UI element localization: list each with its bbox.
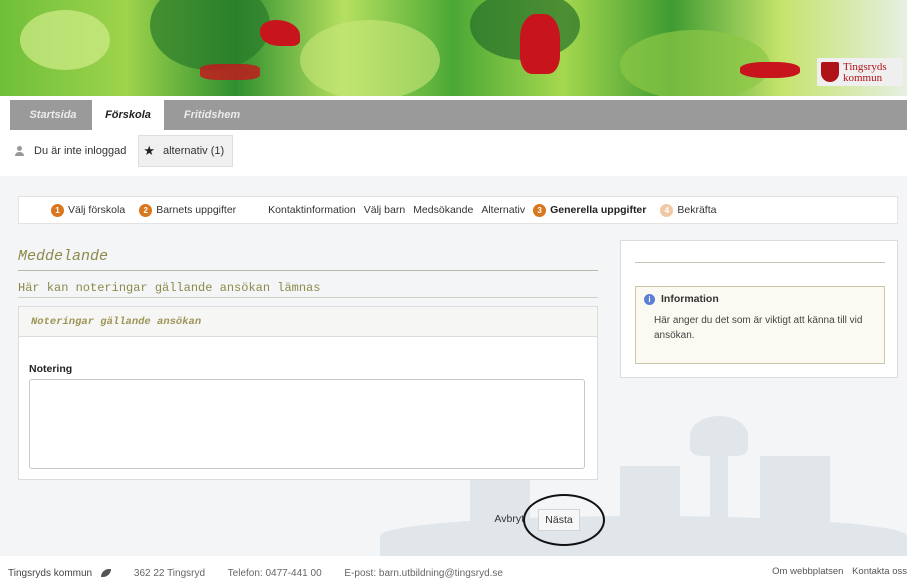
- step-valj-forskola[interactable]: 1 Välj förskola: [51, 203, 126, 217]
- login-status[interactable]: Du är inte inloggad: [10, 135, 134, 167]
- header-banner: Tingsryds kommun: [0, 0, 907, 96]
- divider: [18, 297, 598, 298]
- divider: [635, 262, 885, 263]
- step-label: Generella uppgifter: [550, 204, 647, 216]
- login-bar: Du är inte inloggad ★ alternativ (1): [10, 135, 234, 167]
- notes-panel-title: Noteringar gällande ansökan: [19, 307, 597, 337]
- cancel-button[interactable]: Avbryt: [472, 506, 532, 532]
- step-label: Kontaktinformation: [268, 204, 356, 216]
- background-hill: [380, 516, 907, 556]
- step-alternativ[interactable]: Alternativ: [481, 204, 525, 216]
- star-icon: ★: [143, 143, 155, 158]
- step-label: Medsökande: [413, 204, 474, 216]
- notering-label: Notering: [29, 363, 73, 375]
- footer-link-about[interactable]: Om webbplatsen: [772, 566, 843, 577]
- step-bekrafta[interactable]: 4 Bekräfta: [660, 203, 717, 217]
- logo-text: Tingsryds kommun: [843, 61, 887, 84]
- step-label: Barnets uppgifter: [156, 204, 237, 216]
- step-label: Välj barn: [363, 204, 406, 216]
- information-heading: i Information: [644, 293, 876, 305]
- step-label: Bekräfta: [677, 204, 717, 216]
- section-subtitle: Här kan noteringar gällande ansökan lämn…: [18, 281, 321, 295]
- coat-of-arms-icon: [821, 62, 839, 82]
- progress-steps: 1 Välj förskola 2 Barnets uppgifter Kont…: [18, 196, 898, 224]
- user-icon: [14, 146, 24, 156]
- page-title: Meddelande: [18, 248, 109, 265]
- leaf-icon: [101, 569, 112, 578]
- footer: Tingsryds kommun 362 22 Tingsryd Telefon…: [0, 556, 907, 584]
- background-tower-top: [690, 416, 748, 456]
- step-number-badge: 2: [139, 203, 153, 217]
- information-text: Här anger du det som är viktigt att känn…: [654, 315, 863, 341]
- footer-address: 362 22 Tingsryd: [133, 568, 206, 579]
- tab-fritidshem[interactable]: Fritidshem: [172, 100, 252, 130]
- step-kontaktinformation[interactable]: Kontaktinformation: [268, 204, 356, 216]
- information-title: Information: [661, 293, 719, 305]
- footer-email[interactable]: E-post: barn.utbildning@tingsryd.se: [344, 568, 503, 579]
- municipality-logo[interactable]: Tingsryds kommun: [817, 58, 903, 86]
- footer-org: Tingsryds kommun: [8, 568, 93, 579]
- tab-startsida[interactable]: Startsida: [22, 100, 84, 130]
- notes-panel: Noteringar gällande ansökan Notering: [18, 306, 598, 480]
- notering-textarea[interactable]: [29, 379, 585, 469]
- alternatives-text: alternativ (1): [163, 145, 225, 157]
- step-label: Alternativ: [481, 204, 526, 216]
- divider: [18, 270, 598, 271]
- login-status-text: Du är inte inloggad: [34, 145, 127, 157]
- step-number-badge: 1: [51, 203, 64, 217]
- tab-forskola[interactable]: Förskola: [92, 100, 164, 130]
- step-valj-barn[interactable]: Välj barn: [364, 204, 405, 216]
- information-box: i Information Här anger du det som är vi…: [635, 286, 885, 364]
- info-icon: i: [644, 293, 655, 305]
- footer-link-contact[interactable]: Kontakta oss: [852, 566, 907, 577]
- step-medsokande[interactable]: Medsökande: [413, 204, 473, 216]
- footer-phone: Telefon: 0477-441 00: [227, 568, 322, 579]
- next-button[interactable]: Nästa: [538, 509, 580, 531]
- step-number-badge: 4: [660, 203, 674, 217]
- step-label: Välj förskola: [68, 204, 126, 216]
- step-generella-uppgifter[interactable]: 3 Generella uppgifter: [533, 203, 647, 217]
- alternatives-link[interactable]: ★ alternativ (1): [138, 135, 234, 167]
- footer-contact: Tingsryds kommun 362 22 Tingsryd Telefon…: [8, 568, 523, 579]
- footer-links: Om webbplatsen Kontakta oss: [766, 566, 907, 577]
- step-barnets-uppgifter[interactable]: 2 Barnets uppgifter: [139, 203, 237, 217]
- step-number-badge: 3: [533, 203, 547, 217]
- main-nav: Startsida Förskola Fritidshem: [10, 100, 907, 130]
- info-sidebar: i Information Här anger du det som är vi…: [620, 240, 898, 378]
